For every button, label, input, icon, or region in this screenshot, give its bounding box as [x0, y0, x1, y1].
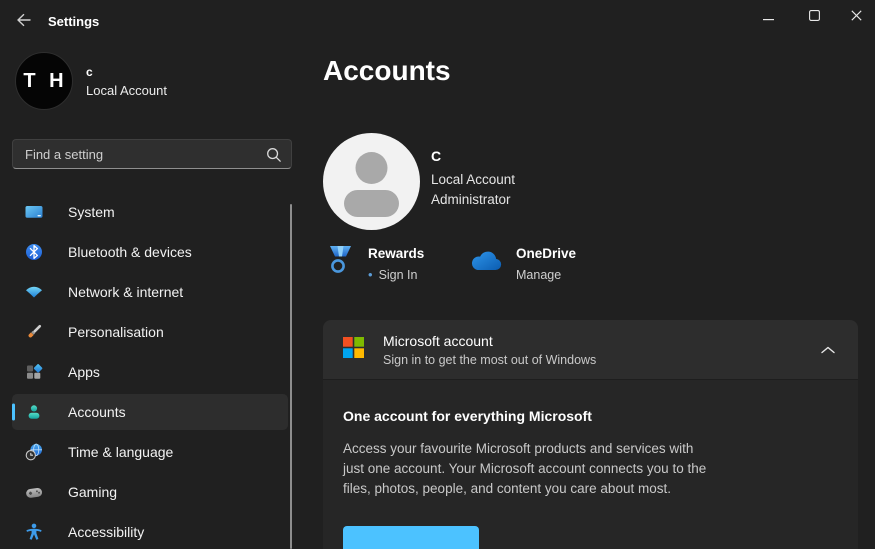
user-avatar: T H	[15, 52, 73, 110]
accessibility-icon	[24, 522, 44, 542]
sidebar-item-accounts[interactable]: Accounts	[12, 394, 288, 430]
sidebar-item-label: Gaming	[68, 484, 118, 500]
onedrive-text: OneDrive Manage	[516, 243, 576, 282]
ms-card-title: Microsoft account	[383, 332, 493, 349]
bluetooth-icon	[24, 242, 44, 262]
ms-card-body: One account for everything Microsoft Acc…	[323, 380, 858, 549]
sidebar-item-bluetooth-devices[interactable]: Bluetooth & devices	[12, 234, 288, 270]
accounts-icon	[24, 402, 44, 422]
sidebar-item-label: Time & language	[68, 444, 174, 460]
account-name: C	[431, 148, 442, 164]
sidebar-item-label: Network & internet	[68, 284, 184, 300]
sidebar-item-apps[interactable]: Apps	[12, 354, 288, 390]
account-role: Administrator	[431, 192, 511, 207]
microsoft-logo	[343, 336, 364, 363]
selected-indicator	[12, 403, 15, 421]
sidebar-item-gaming[interactable]: Gaming	[12, 474, 288, 510]
sidebar-item-system[interactable]: System	[12, 194, 288, 230]
microsoft-account-card: Microsoft account Sign in to get the mos…	[323, 320, 858, 549]
collapse-button[interactable]	[812, 334, 844, 366]
personalisation-icon	[24, 322, 44, 342]
ms-card-heading: Microsoft account Sign in to get the mos…	[383, 333, 596, 367]
ms-body-text: Access your favourite Microsoft products…	[343, 441, 707, 496]
onedrive-action[interactable]: Manage	[516, 268, 576, 282]
search-icon	[266, 147, 282, 168]
microsoft-account-expander[interactable]: Microsoft account Sign in to get the mos…	[323, 320, 858, 380]
onedrive-title: OneDrive	[516, 246, 577, 261]
user-account-type: Local Account	[86, 82, 167, 98]
rewards-action[interactable]: • Sign In	[368, 268, 424, 282]
chevron-up-icon	[821, 342, 835, 357]
account-type: Local Account	[431, 172, 516, 187]
sidebar-item-label: Accounts	[68, 404, 126, 420]
account-info: C Local Account Administrator	[431, 148, 515, 210]
rewards-icon	[327, 243, 354, 282]
sidebar-item-accessibility[interactable]: Accessibility	[12, 514, 288, 549]
sidebar-item-label: Apps	[68, 364, 100, 380]
sidebar-user-card[interactable]: T H c Local Account	[15, 52, 167, 110]
settings-window: Settings T H c Local Account Find a sett…	[0, 0, 875, 549]
ms-body-heading: One account for everything Microsoft	[343, 408, 592, 424]
ms-card-subtitle: Sign in to get the most out of Windows	[383, 352, 597, 367]
back-arrow-icon	[15, 12, 32, 31]
user-meta: c Local Account	[86, 65, 167, 98]
sidebar-item-personalisation[interactable]: Personalisation	[12, 314, 288, 350]
person-silhouette-icon	[323, 133, 420, 230]
page-title: Accounts	[323, 55, 451, 86]
time-language-icon	[24, 442, 44, 462]
gaming-icon	[24, 482, 44, 502]
rewards-link[interactable]: Rewards • Sign In	[327, 243, 424, 282]
system-icon	[24, 202, 44, 222]
sign-in-button[interactable]	[343, 526, 479, 549]
main-content: Accounts C Local Account Administrator R…	[323, 0, 858, 549]
onedrive-icon	[469, 249, 502, 282]
sidebar-item-label: System	[68, 204, 115, 220]
apps-icon	[24, 362, 44, 382]
onedrive-link[interactable]: OneDrive Manage	[469, 243, 576, 282]
status-dot: •	[368, 267, 373, 282]
search-input[interactable]	[13, 140, 291, 168]
sidebar-nav: System Bluetooth & devices Network & int…	[0, 194, 300, 549]
sidebar-item-label: Bluetooth & devices	[68, 244, 192, 260]
rewards-title: Rewards	[368, 246, 425, 261]
back-button[interactable]	[8, 6, 38, 36]
sidebar-item-network-internet[interactable]: Network & internet	[12, 274, 288, 310]
network-icon	[24, 282, 44, 302]
rewards-text: Rewards • Sign In	[368, 243, 424, 282]
sidebar-item-label: Accessibility	[68, 524, 145, 540]
sidebar-item-label: Personalisation	[68, 324, 164, 340]
user-name: c	[86, 64, 93, 79]
app-title: Settings	[48, 14, 100, 29]
sidebar: T H c Local Account System	[0, 44, 300, 549]
sidebar-scrollbar[interactable]	[290, 204, 292, 549]
search-box	[12, 139, 292, 169]
sidebar-item-time-language[interactable]: Time & language	[12, 434, 288, 470]
account-avatar	[323, 133, 420, 230]
